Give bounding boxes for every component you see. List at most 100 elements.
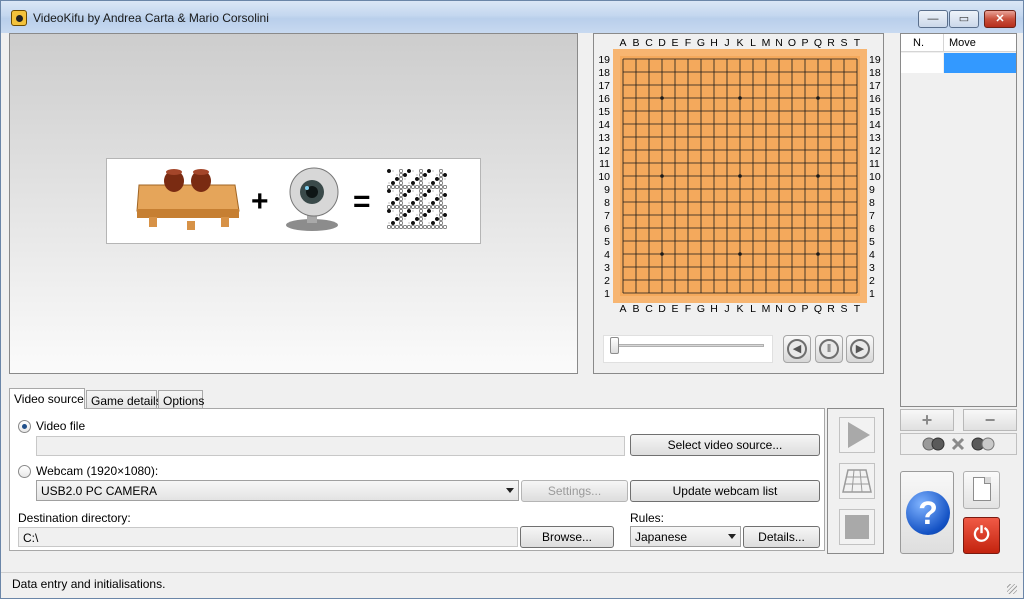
board-column-label: G (697, 37, 705, 49)
webcam-radio[interactable] (18, 465, 31, 478)
add-move-button[interactable]: + (900, 409, 954, 431)
go-board[interactable]: AABBCCDDEEFFGGHHJJKKLLMMNNOOPPQQRRSSTT19… (594, 34, 883, 373)
board-column-label: M (762, 37, 771, 49)
board-row-label: 13 (869, 132, 881, 144)
board-row-label: 17 (869, 80, 881, 92)
close-button[interactable]: ✕ (984, 10, 1016, 28)
stop-button[interactable] (839, 509, 875, 545)
document-icon (973, 477, 991, 501)
start-button[interactable] (839, 417, 875, 453)
board-column-label: Q (814, 37, 822, 49)
status-bar: Data entry and initialisations. (1, 572, 1023, 598)
board-column-label: J (724, 37, 729, 49)
title-bar[interactable]: VideoKifu by Andrea Carta & Mario Corsol… (1, 1, 1023, 33)
remove-move-button[interactable]: − (963, 409, 1017, 431)
board-row-label: 13 (598, 132, 610, 144)
logo-illustration: + = (136, 167, 448, 231)
board-row-label: 6 (604, 223, 610, 235)
webcam-icon (286, 167, 339, 231)
board-column-label: D (658, 37, 666, 49)
app-window: VideoKifu by Andrea Carta & Mario Corsol… (0, 0, 1024, 599)
open-document-button[interactable] (963, 471, 1000, 509)
stop-icon (845, 515, 869, 539)
board-row-label: 14 (598, 119, 610, 131)
exit-button[interactable]: ⏻ (963, 517, 1000, 554)
previous-move-button[interactable]: ◀ (783, 335, 811, 363)
board-row-label: 1 (869, 288, 875, 300)
board-row-label: 9 (869, 184, 875, 196)
rules-label: Rules: (630, 511, 665, 525)
resize-grip-icon[interactable] (1007, 584, 1017, 594)
board-row-label: 4 (604, 249, 610, 261)
star-point (660, 96, 664, 100)
calibrate-grid-button[interactable] (839, 463, 875, 499)
maximize-button[interactable]: ▭ (949, 10, 979, 28)
next-icon: ▶ (850, 339, 870, 359)
board-column-label: T (854, 303, 861, 315)
board-row-label: 19 (598, 54, 610, 66)
help-button[interactable]: ? (900, 471, 954, 554)
star-point (660, 174, 664, 178)
logo-plus: + (251, 185, 269, 218)
slider-thumb[interactable] (610, 337, 619, 354)
board-column-label: N (775, 303, 783, 315)
board-row-label: 15 (598, 106, 610, 118)
webcam-select[interactable]: USB2.0 PC CAMERA (36, 480, 519, 501)
board-row-label: 2 (604, 275, 610, 287)
minimize-button[interactable]: — (918, 10, 948, 28)
board-column-label: F (685, 37, 691, 49)
board-column-label: H (710, 303, 718, 315)
rules-details-button[interactable]: Details... (743, 526, 820, 548)
board-column-label: L (750, 303, 756, 315)
status-text: Data entry and initialisations. (12, 577, 166, 591)
update-webcam-list-button[interactable]: Update webcam list (630, 480, 820, 502)
board-column-label: S (840, 303, 847, 315)
move-slider[interactable] (603, 335, 773, 363)
swap-stones-icon (922, 437, 995, 451)
star-point (816, 252, 820, 256)
board-column-label: K (736, 37, 743, 49)
moves-list[interactable]: N. Move (900, 33, 1017, 407)
swap-colors-button[interactable] (900, 433, 1017, 455)
slider-track (614, 344, 764, 347)
board-column-label: G (697, 303, 705, 315)
board-column-label: L (750, 37, 756, 49)
moves-row-selected-cell[interactable] (944, 53, 1016, 73)
webcam-settings-button[interactable]: Settings... (521, 480, 628, 502)
board-row-label: 6 (869, 223, 875, 235)
video-file-radio[interactable] (18, 420, 31, 433)
column-header-number[interactable]: N. (913, 37, 924, 49)
board-row-label: 1 (604, 288, 610, 300)
rules-select[interactable]: Japanese (630, 526, 741, 547)
kifu-diagram-icon (386, 168, 448, 230)
board-row-label: 11 (599, 158, 610, 170)
board-row-label: 16 (598, 93, 610, 105)
board-column-label: T (854, 37, 861, 49)
app-icon (11, 10, 27, 26)
board-column-label: F (685, 303, 691, 315)
column-header-move[interactable]: Move (949, 37, 976, 49)
destination-directory-field[interactable]: C:\ (18, 527, 518, 547)
board-row-label: 15 (869, 106, 881, 118)
star-point (738, 174, 742, 178)
tab-video-source[interactable]: Video source (9, 388, 85, 409)
board-row-label: 18 (869, 67, 881, 79)
chevron-down-icon (506, 488, 514, 493)
grid-icon (842, 469, 872, 493)
next-move-button[interactable]: ▶ (846, 335, 874, 363)
board-column-label: C (645, 37, 653, 49)
tab-game-details[interactable]: Game details (86, 390, 162, 409)
select-video-source-button[interactable]: Select video source... (630, 434, 820, 456)
board-column-label: D (658, 303, 666, 315)
video-file-path-field[interactable] (36, 436, 625, 456)
browse-button[interactable]: Browse... (520, 526, 614, 548)
tab-options[interactable]: Options (158, 390, 204, 409)
board-row-label: 4 (869, 249, 875, 261)
board-column-label: P (801, 37, 808, 49)
moves-row-number-cell[interactable] (901, 53, 943, 73)
star-point (738, 252, 742, 256)
app-logo-banner: + = (106, 158, 481, 244)
go-board-panel: A A B B C C D D E E F F G G H H J J K K L L M M N N O O P P Q Q R R S S T T 19… (593, 33, 884, 374)
board-row-label: 3 (604, 262, 610, 274)
pause-button[interactable]: ‖ (815, 335, 843, 363)
